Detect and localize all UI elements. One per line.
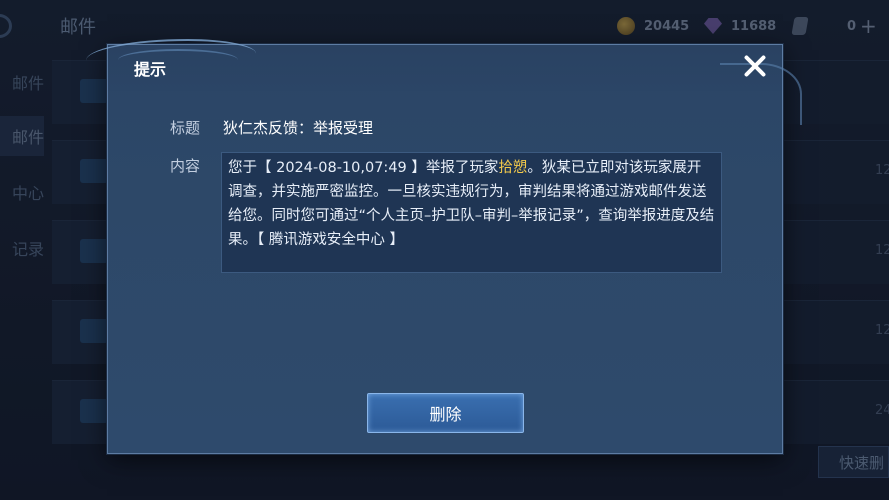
subject-label: 标题 (170, 119, 201, 137)
content-text: 您于【 2024-08-10,07:49 】举报了玩家拾愬。狄某已立即对该玩家展… (228, 156, 715, 252)
notice-dialog: 提示 标题 狄仁杰反馈：举报受理 内容 您于【 2024-08-10,07:49… (86, 39, 802, 454)
content-box[interactable]: 您于【 2024-08-10,07:49 】举报了玩家拾愬。狄某已立即对该玩家展… (221, 152, 722, 273)
delete-button[interactable]: 删除 (367, 393, 524, 433)
dialog-title: 提示 (134, 60, 167, 79)
close-icon[interactable] (740, 51, 770, 81)
content-text-before: 您于【 2024-08-10,07:49 】举报了玩家 (228, 160, 499, 176)
subject-value: 狄仁杰反馈：举报受理 (223, 119, 374, 137)
reported-player-name: 拾愬 (498, 160, 528, 176)
content-label: 内容 (170, 157, 201, 175)
